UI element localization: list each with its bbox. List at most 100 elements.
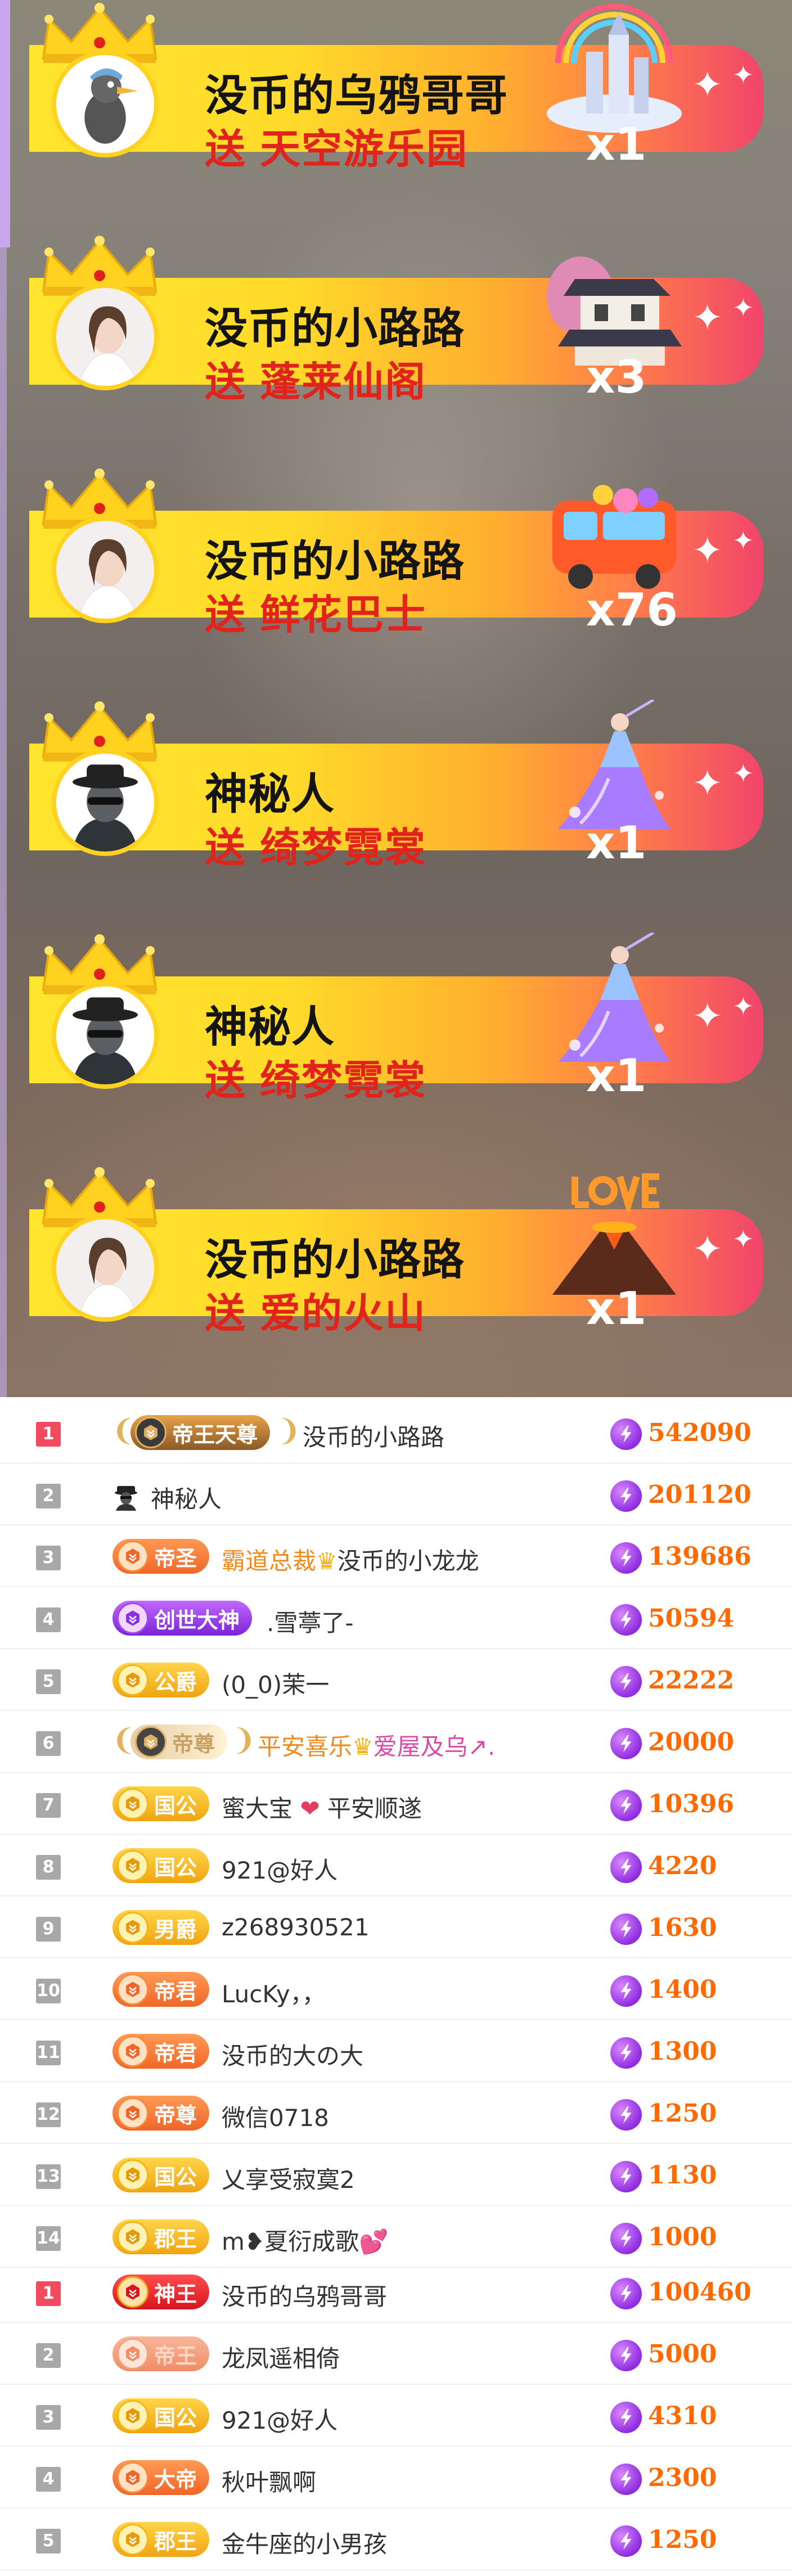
lightning-icon	[610, 1666, 642, 1697]
username[interactable]: 乂享受寂寞2	[222, 2161, 355, 2195]
username[interactable]: .雪葶了-	[267, 1604, 354, 1638]
username-text: 龙凤遥相倚	[222, 2345, 340, 2372]
ranking-row[interactable]: 6 ❨ 帝尊 ❩ 平安喜乐♛爱屋及乌↗. 20000	[0, 1711, 792, 1773]
lightning-icon	[610, 2099, 642, 2131]
username[interactable]: 龙凤遥相倚	[222, 2340, 340, 2374]
username-text: 没币的小龙龙	[337, 1547, 479, 1575]
username[interactable]: z268930521	[222, 1913, 370, 1941]
sparkle-icon: ✦	[692, 994, 723, 1038]
sender-name[interactable]: 没币的小路路	[205, 1225, 465, 1287]
level-badge-label: 国公	[154, 2164, 197, 2190]
lightning-icon	[610, 2161, 642, 2192]
ranking-row[interactable]: 7 国公 蜜大宝 ❤ 平安顺遂 10396	[0, 1773, 792, 1835]
lightning-icon	[610, 1542, 642, 1574]
user-avatar[interactable]	[52, 749, 159, 856]
sender-name[interactable]: 没币的乌鸦哥哥	[205, 61, 508, 123]
sparkle-icon: ✦	[732, 758, 754, 789]
sparkle-icon: ✦	[692, 63, 723, 106]
user-avatar[interactable]	[52, 516, 159, 623]
left-accent-strip	[0, 247, 7, 1397]
ranking-row[interactable]: 8 国公 921@好人 4220	[0, 1835, 792, 1897]
ranking-row[interactable]: 4 大帝 秋叶飘啊 2300	[0, 2447, 792, 2509]
sender-name[interactable]: 神秘人	[205, 759, 335, 821]
honor-title: 平安喜乐	[258, 1733, 353, 1760]
username[interactable]: 微信0718	[222, 2099, 329, 2133]
user-avatar[interactable]	[52, 982, 159, 1089]
contribution-score: 1630	[648, 1913, 717, 1942]
level-badge: 帝君	[112, 1972, 210, 2007]
ranking-row[interactable]: 14 郡王 m❥夏衍成歌💕 1000	[0, 2206, 792, 2268]
gift-banner: 神秘人送绮梦霓裳 x1 ✦ ✦	[7, 931, 763, 1104]
contribution-score: 22222	[648, 1666, 735, 1695]
ranking-row[interactable]: 1 ❨ 帝王天尊 ❩ 没币的小路路 542090	[0, 1402, 792, 1463]
username[interactable]: m❥夏衍成歌💕	[222, 2223, 388, 2257]
ranking-row[interactable]: 5 公爵 (0_0)茉一 22222	[0, 1649, 792, 1711]
ranking-row[interactable]: 12 帝尊 微信0718 1250	[0, 2082, 792, 2144]
ranking-row[interactable]: 13 国公 乂享受寂寞2 1130	[0, 2144, 792, 2206]
gift-banner: 没币的小路路送爱的火山 x1 ✦ ✦	[7, 1167, 763, 1337]
username[interactable]: 没币的小路路	[303, 1418, 444, 1453]
level-badge-label: 国公	[154, 2405, 197, 2430]
ranking-row[interactable]: 2 帝王 龙凤遥相倚 5000	[0, 2323, 792, 2385]
ranking-row[interactable]: 3 帝圣 霸道总裁♛没币的小龙龙 139686	[0, 1525, 792, 1587]
sparkle-icon: ✦	[692, 762, 723, 805]
level-emblem-icon	[117, 2462, 148, 2493]
level-badge: 创世大神	[112, 1601, 253, 1636]
username[interactable]: 神秘人	[151, 1480, 222, 1515]
username[interactable]: 平安喜乐♛爱屋及乌↗.	[258, 1728, 495, 1762]
level-badge-label: 国公	[154, 1855, 197, 1880]
ranking-row[interactable]: 2 神秘人 201120	[0, 1463, 792, 1525]
mystery-avatar	[56, 754, 154, 852]
rank-number: 8	[36, 1855, 61, 1880]
level-emblem-icon	[117, 1788, 148, 1820]
username[interactable]: 金牛座的小男孩	[222, 2525, 387, 2560]
level-badge: 男爵	[112, 1910, 210, 1945]
sender-name[interactable]: 神秘人	[205, 992, 335, 1054]
sparkle-icon: ✦	[732, 60, 754, 90]
user-avatar[interactable]	[52, 1215, 159, 1322]
ranking-row[interactable]: 4 创世大神 .雪葶了- 50594	[0, 1587, 792, 1649]
username-text: 金牛座的小男孩	[222, 2530, 388, 2558]
sender-name[interactable]: 没币的小路路	[205, 526, 465, 588]
level-badge: 帝王天尊	[130, 1415, 271, 1450]
lightning-icon	[610, 1790, 642, 1821]
user-avatar[interactable]	[52, 283, 159, 390]
send-verb: 送	[205, 824, 247, 871]
ranking-row[interactable]: 3 国公 921@好人 4310	[0, 2385, 792, 2447]
sparkle-icon: ✦	[692, 1227, 723, 1271]
gift-count: x1	[586, 817, 647, 869]
sparkle-icon: ✦	[692, 296, 723, 339]
dress-fairy-gift	[541, 931, 687, 1068]
username[interactable]: 蜜大宝 ❤ 平安顺遂	[222, 1790, 422, 1824]
level-emblem-icon	[117, 1541, 148, 1572]
username-text: 微信0718	[222, 2104, 329, 2132]
ranking-row[interactable]: 9 男爵 z268930521 1630	[0, 1897, 792, 1958]
username[interactable]: 921@好人	[222, 1852, 338, 1886]
username[interactable]: 没币的乌鸦哥哥	[222, 2278, 387, 2312]
username[interactable]: 没币的大の大	[222, 2037, 363, 2071]
username-text: 没币的乌鸦哥哥	[222, 2283, 388, 2311]
ranking-row[interactable]: 5 郡王 金牛座的小男孩 1250	[0, 2509, 792, 2570]
username[interactable]: 秋叶飘啊	[222, 2464, 316, 2498]
username[interactable]: 921@好人	[222, 2402, 338, 2436]
ranking-row[interactable]: 1 神王 没币的乌鸦哥哥 100460	[0, 2261, 792, 2323]
lightning-icon	[610, 1975, 642, 2007]
level-badge-label: 男爵	[154, 1917, 197, 1942]
rank-number: 3	[36, 2405, 61, 2430]
rank-number: 5	[36, 2529, 61, 2554]
username[interactable]: (0_0)茉一	[222, 1666, 329, 1700]
contribution-score: 1300	[648, 2037, 717, 2066]
ranking-row[interactable]: 11 帝君 没币的大の大 1300	[0, 2020, 792, 2082]
username[interactable]: 霸道总裁♛没币的小龙龙	[222, 1542, 479, 1577]
user-avatar[interactable]	[52, 51, 159, 157]
send-verb: 送	[205, 125, 247, 173]
contribution-score: 1250	[648, 2099, 717, 2128]
level-emblem-icon	[135, 1726, 166, 1758]
ranking-row[interactable]: 10 帝君 LucKy，， 1400	[0, 1958, 792, 2020]
username-text: 蜜大宝	[222, 1795, 293, 1822]
gift-banner: 没币的小路路送鲜花巴士 x76 ✦ ✦	[7, 469, 763, 638]
sender-name[interactable]: 没币的小路路	[205, 294, 465, 355]
level-badge-label: 帝君	[154, 1979, 197, 2004]
username[interactable]: LucKy，，	[222, 1975, 326, 2010]
love-volcano-gift	[541, 1165, 687, 1300]
